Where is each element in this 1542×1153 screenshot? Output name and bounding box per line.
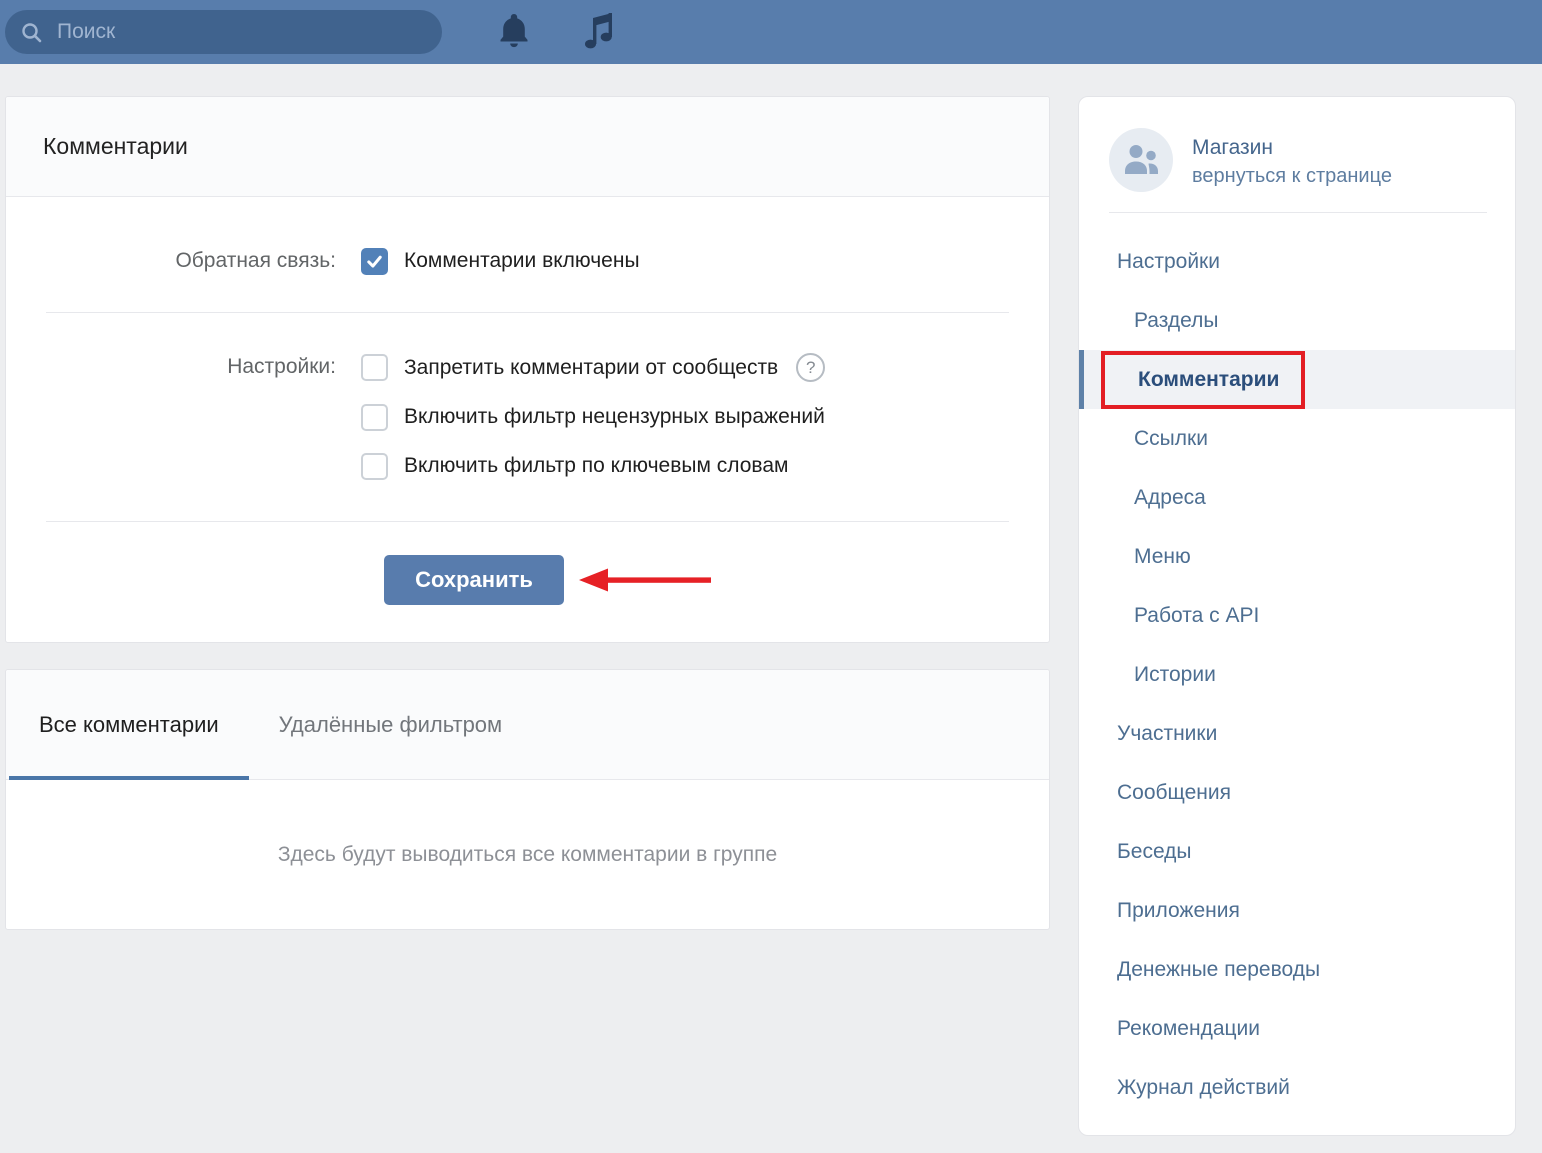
option-label[interactable]: Включить фильтр по ключевым словам [404, 452, 788, 480]
sidebar-item-addresses[interactable]: Адреса [1079, 468, 1515, 527]
save-button[interactable]: Сохранить [384, 555, 564, 605]
back-to-page-link[interactable]: вернуться к странице [1192, 162, 1392, 190]
main-column: Комментарии Обратная связь: Комментарии … [5, 96, 1050, 930]
sidebar-item-label: Участники [1117, 722, 1217, 746]
music-note-icon [584, 12, 614, 52]
annotation-red-box: Комментарии [1101, 351, 1305, 409]
red-arrow-icon [579, 565, 711, 595]
checkmark-icon [365, 252, 384, 271]
settings-options: Запретить комментарии от сообществ? Включ… [361, 353, 825, 480]
topbar [0, 0, 1542, 64]
option-label[interactable]: Включить фильтр нецензурных выражений [404, 403, 825, 431]
sidebar-item-label: Настройки [1117, 250, 1220, 274]
divider [46, 312, 1009, 313]
sidebar-item-chats[interactable]: Беседы [1079, 822, 1515, 881]
search-input[interactable] [55, 19, 426, 45]
settings-row: Настройки: Запретить комментарии от сооб… [6, 353, 1049, 480]
tab-all-comments[interactable]: Все комментарии [9, 670, 249, 779]
sidebar-item-sections[interactable]: Разделы [1079, 291, 1515, 350]
empty-state-text: Здесь будут выводиться все комментарии в… [278, 843, 777, 867]
feedback-checkbox-row[interactable]: Комментарии включены [361, 247, 640, 275]
page-title: Комментарии [43, 133, 188, 160]
comments-enabled-label[interactable]: Комментарии включены [404, 247, 640, 275]
sidebar-item-links[interactable]: Ссылки [1079, 409, 1515, 468]
sidebar-item-label: Меню [1134, 545, 1191, 569]
notifications-button[interactable] [498, 12, 530, 52]
sidebar-item-apps[interactable]: Приложения [1079, 881, 1515, 940]
sidebar-item-label: Работа с API [1134, 604, 1259, 628]
search-icon [21, 22, 42, 43]
sidebar-item-label: Истории [1134, 663, 1216, 687]
community-name[interactable]: Магазин [1192, 133, 1392, 162]
group-people-icon [1121, 143, 1161, 177]
sidebar: Магазин вернуться к странице Настройки Ра… [1078, 96, 1516, 1136]
divider [46, 521, 1009, 522]
sidebar-item-label: Беседы [1117, 840, 1192, 864]
settings-option-row[interactable]: Включить фильтр нецензурных выражений [361, 403, 825, 431]
sidebar-item-settings[interactable]: Настройки [1079, 232, 1515, 291]
option-checkbox[interactable] [361, 354, 388, 381]
sidebar-item-label: Журнал действий [1117, 1076, 1290, 1100]
music-button[interactable] [584, 12, 614, 52]
save-row: Сохранить [384, 555, 1049, 605]
page-content: Комментарии Обратная связь: Комментарии … [0, 64, 1542, 1136]
tab-deleted-by-filter[interactable]: Удалённые фильтром [249, 670, 533, 779]
settings-option-row[interactable]: Включить фильтр по ключевым словам [361, 452, 825, 480]
comments-settings-card: Комментарии Обратная связь: Комментарии … [5, 96, 1050, 643]
sidebar-item-label: Приложения [1117, 899, 1240, 923]
settings-option-row[interactable]: Запретить комментарии от сообществ? [361, 353, 825, 382]
sidebar-item-api[interactable]: Работа с API [1079, 586, 1515, 645]
option-label[interactable]: Запретить комментарии от сообществ [404, 354, 778, 382]
sidebar-menu: Настройки Разделы Комментарии Ссылки Адреса М… [1079, 232, 1515, 1117]
divider [1109, 212, 1487, 213]
comments-list-card: Все комментарииУдалённые фильтром Здесь … [5, 669, 1050, 930]
card-header: Комментарии [6, 97, 1049, 197]
sidebar-item-label: Сообщения [1117, 781, 1231, 805]
sidebar-item-label: Денежные переводы [1117, 958, 1320, 982]
settings-label: Настройки: [6, 353, 361, 381]
comments-empty-state: Здесь будут выводиться все комментарии в… [6, 780, 1049, 929]
community-profile: Магазин вернуться к странице [1079, 128, 1515, 192]
option-checkbox[interactable] [361, 453, 388, 480]
sidebar-item-menu[interactable]: Меню [1079, 527, 1515, 586]
feedback-row: Обратная связь: Комментарии включены [6, 247, 1049, 275]
search-pill[interactable] [5, 10, 442, 54]
sidebar-item-money-transfers[interactable]: Денежные переводы [1079, 940, 1515, 999]
annotation-arrow [579, 565, 711, 595]
sidebar-item-comments[interactable]: Комментарии [1079, 350, 1515, 409]
sidebar-item-members[interactable]: Участники [1079, 704, 1515, 763]
sidebar-item-recommendations[interactable]: Рекомендации [1079, 999, 1515, 1058]
sidebar-item-label: Комментарии [1138, 368, 1279, 392]
sidebar-item-messages[interactable]: Сообщения [1079, 763, 1515, 822]
sidebar-item-label: Рекомендации [1117, 1017, 1260, 1041]
sidebar-item-label: Разделы [1134, 309, 1219, 333]
community-info: Магазин вернуться к странице [1192, 128, 1392, 192]
comments-enabled-checkbox[interactable] [361, 248, 388, 275]
sidebar-item-label: Ссылки [1134, 427, 1208, 451]
bell-icon [498, 12, 530, 52]
option-checkbox[interactable] [361, 404, 388, 431]
help-icon[interactable]: ? [796, 353, 825, 382]
sidebar-item-action-log[interactable]: Журнал действий [1079, 1058, 1515, 1117]
sidebar-item-label: Адреса [1134, 486, 1206, 510]
feedback-label: Обратная связь: [6, 247, 361, 275]
community-avatar[interactable] [1109, 128, 1173, 192]
sidebar-item-stories[interactable]: Истории [1079, 645, 1515, 704]
comments-tabbar: Все комментарииУдалённые фильтром [6, 670, 1049, 780]
